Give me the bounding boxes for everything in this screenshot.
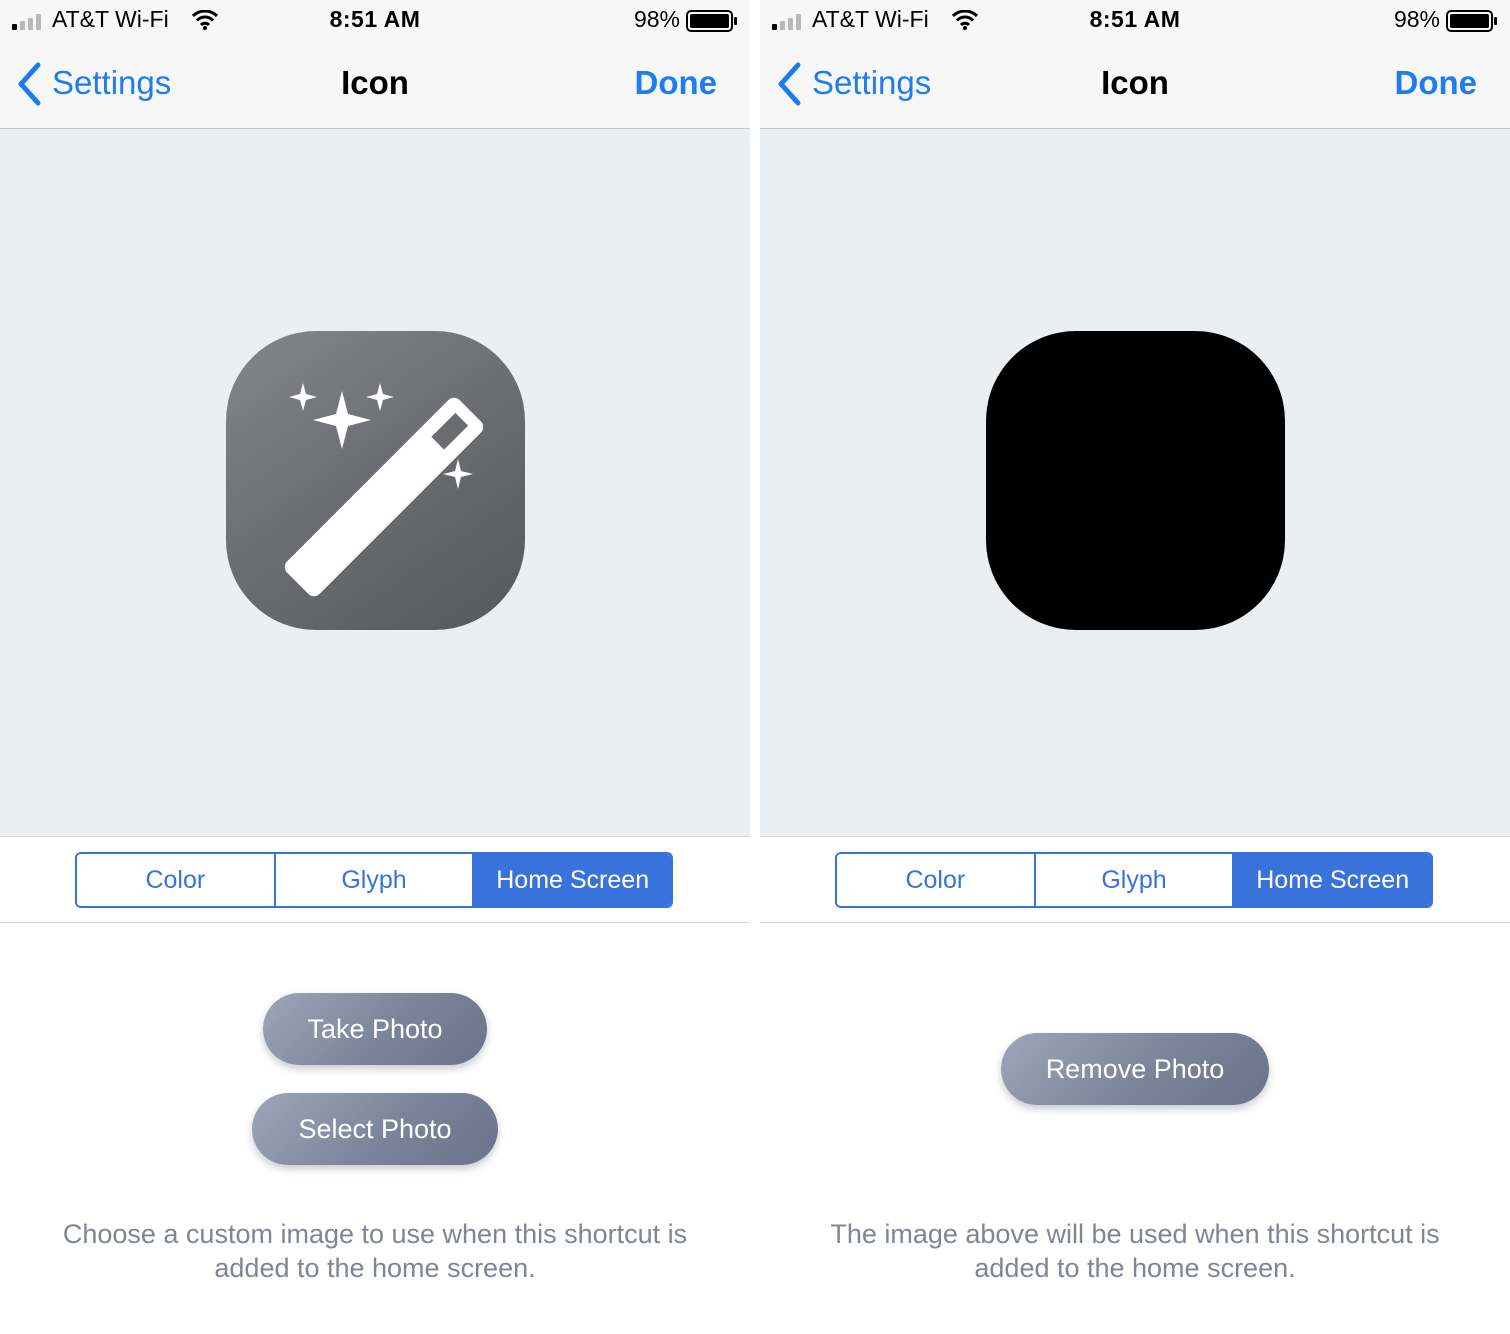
- status-bar: AT&T Wi-Fi 8:51 AM 98%: [0, 0, 750, 40]
- shortcut-icon-preview: [226, 331, 525, 630]
- icon-source-segmented-control: Color Glyph Home Screen: [75, 852, 673, 908]
- screen-icon-home-screen-photo: AT&T Wi-Fi 8:51 AM 98% Settings Icon Don…: [760, 0, 1510, 1334]
- divider: [0, 922, 750, 923]
- segment-glyph[interactable]: Glyph: [275, 854, 475, 906]
- battery-icon: [1446, 10, 1497, 32]
- done-button[interactable]: Done: [635, 64, 718, 102]
- shortcut-icon-preview: [986, 331, 1285, 630]
- help-caption: The image above will be used when this s…: [830, 1219, 1440, 1283]
- select-photo-button[interactable]: Select Photo: [252, 1093, 498, 1165]
- done-button[interactable]: Done: [1395, 64, 1478, 102]
- status-bar: AT&T Wi-Fi 8:51 AM 98%: [760, 0, 1510, 40]
- icon-preview-area: [760, 129, 1510, 837]
- divider: [760, 922, 1510, 923]
- segment-color[interactable]: Color: [837, 854, 1036, 906]
- segment-color[interactable]: Color: [77, 854, 276, 906]
- icon-source-segmented-control: Color Glyph Home Screen: [835, 852, 1433, 908]
- icon-preview-area: [0, 129, 750, 837]
- segment-home-screen[interactable]: Home Screen: [474, 854, 671, 906]
- battery-icon: [686, 10, 737, 32]
- battery-percentage: 98%: [633, 6, 680, 32]
- help-caption: Choose a custom image to use when this s…: [62, 1219, 688, 1283]
- navigation-bar: Settings Icon Done: [0, 40, 750, 129]
- remove-photo-button[interactable]: Remove Photo: [1001, 1033, 1269, 1105]
- navigation-bar: Settings Icon Done: [760, 40, 1510, 129]
- battery-percentage: 98%: [1393, 6, 1440, 32]
- take-photo-button[interactable]: Take Photo: [263, 993, 487, 1065]
- segment-glyph[interactable]: Glyph: [1035, 854, 1235, 906]
- screen-icon-home-screen-empty: AT&T Wi-Fi 8:51 AM 98% Settings Icon Don…: [0, 0, 750, 1334]
- magic-wand-icon: [284, 383, 484, 597]
- segment-home-screen[interactable]: Home Screen: [1234, 854, 1431, 906]
